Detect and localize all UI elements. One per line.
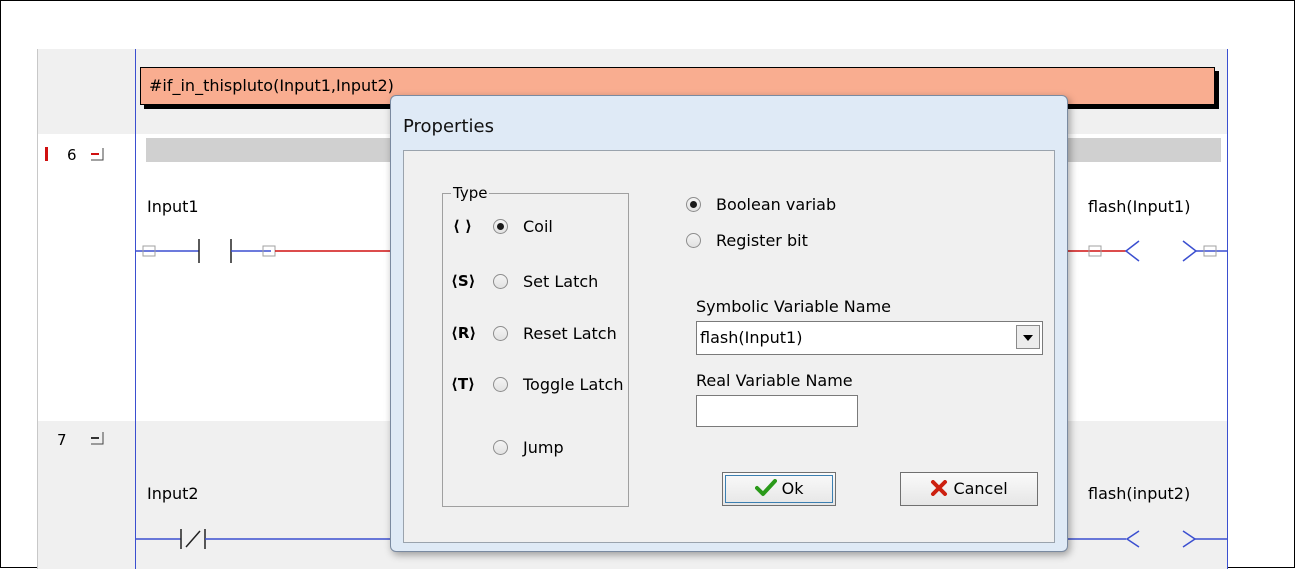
radio-boolean-variable[interactable] <box>686 197 701 212</box>
radio-register-bit[interactable] <box>686 233 701 248</box>
no-contact-icon[interactable] <box>136 239 276 263</box>
cancel-button[interactable]: Cancel <box>900 472 1038 506</box>
properties-dialog: Properties Type ⟨ ⟩ Coil ⟨S⟩ Set Latch ⟨… <box>390 95 1068 552</box>
type-groupbox: Type ⟨ ⟩ Coil ⟨S⟩ Set Latch ⟨R⟩ Reset La… <box>442 184 629 507</box>
coil-icon[interactable] <box>1068 530 1227 548</box>
dialog-body: Type ⟨ ⟩ Coil ⟨S⟩ Set Latch ⟨R⟩ Reset La… <box>403 150 1055 543</box>
checkmark-icon <box>754 479 777 496</box>
x-icon <box>931 480 948 496</box>
coil-icon[interactable] <box>1068 240 1227 262</box>
radio-set-latch[interactable] <box>493 274 508 289</box>
label-jump[interactable]: Jump <box>523 438 564 457</box>
radio-reset-latch[interactable] <box>493 326 508 341</box>
reset-latch-symbol-icon: ⟨R⟩ <box>451 324 477 342</box>
label-reset-latch[interactable]: Reset Latch <box>523 324 617 343</box>
chevron-down-icon[interactable] <box>1016 325 1040 349</box>
label-set-latch[interactable]: Set Latch <box>523 272 598 291</box>
radio-jump[interactable] <box>493 440 508 455</box>
set-latch-symbol-icon: ⟨S⟩ <box>451 272 476 290</box>
nc-contact-icon[interactable] <box>136 529 392 549</box>
radio-coil[interactable] <box>493 219 508 234</box>
symbolic-variable-value: flash(Input1) <box>700 328 803 347</box>
label-toggle-latch[interactable]: Toggle Latch <box>523 375 623 394</box>
toggle-latch-symbol-icon: ⟨T⟩ <box>451 375 475 393</box>
symbolic-variable-label: Symbolic Variable Name <box>696 297 891 316</box>
label-coil[interactable]: Coil <box>523 217 553 236</box>
coil-symbol-icon: ⟨ ⟩ <box>453 217 472 235</box>
real-variable-label: Real Variable Name <box>696 371 853 390</box>
symbolic-variable-combobox[interactable]: flash(Input1) <box>696 321 1043 355</box>
dialog-title: Properties <box>403 116 494 137</box>
ok-label: Ok <box>781 479 804 498</box>
real-variable-input[interactable] <box>696 395 858 427</box>
ok-button[interactable]: Ok <box>722 472 836 506</box>
label-boolean-variable[interactable]: Boolean variab <box>716 195 836 214</box>
radio-toggle-latch[interactable] <box>493 377 508 392</box>
label-register-bit[interactable]: Register bit <box>716 231 808 250</box>
type-group-legend: Type <box>451 184 490 202</box>
cancel-label: Cancel <box>953 479 1008 498</box>
